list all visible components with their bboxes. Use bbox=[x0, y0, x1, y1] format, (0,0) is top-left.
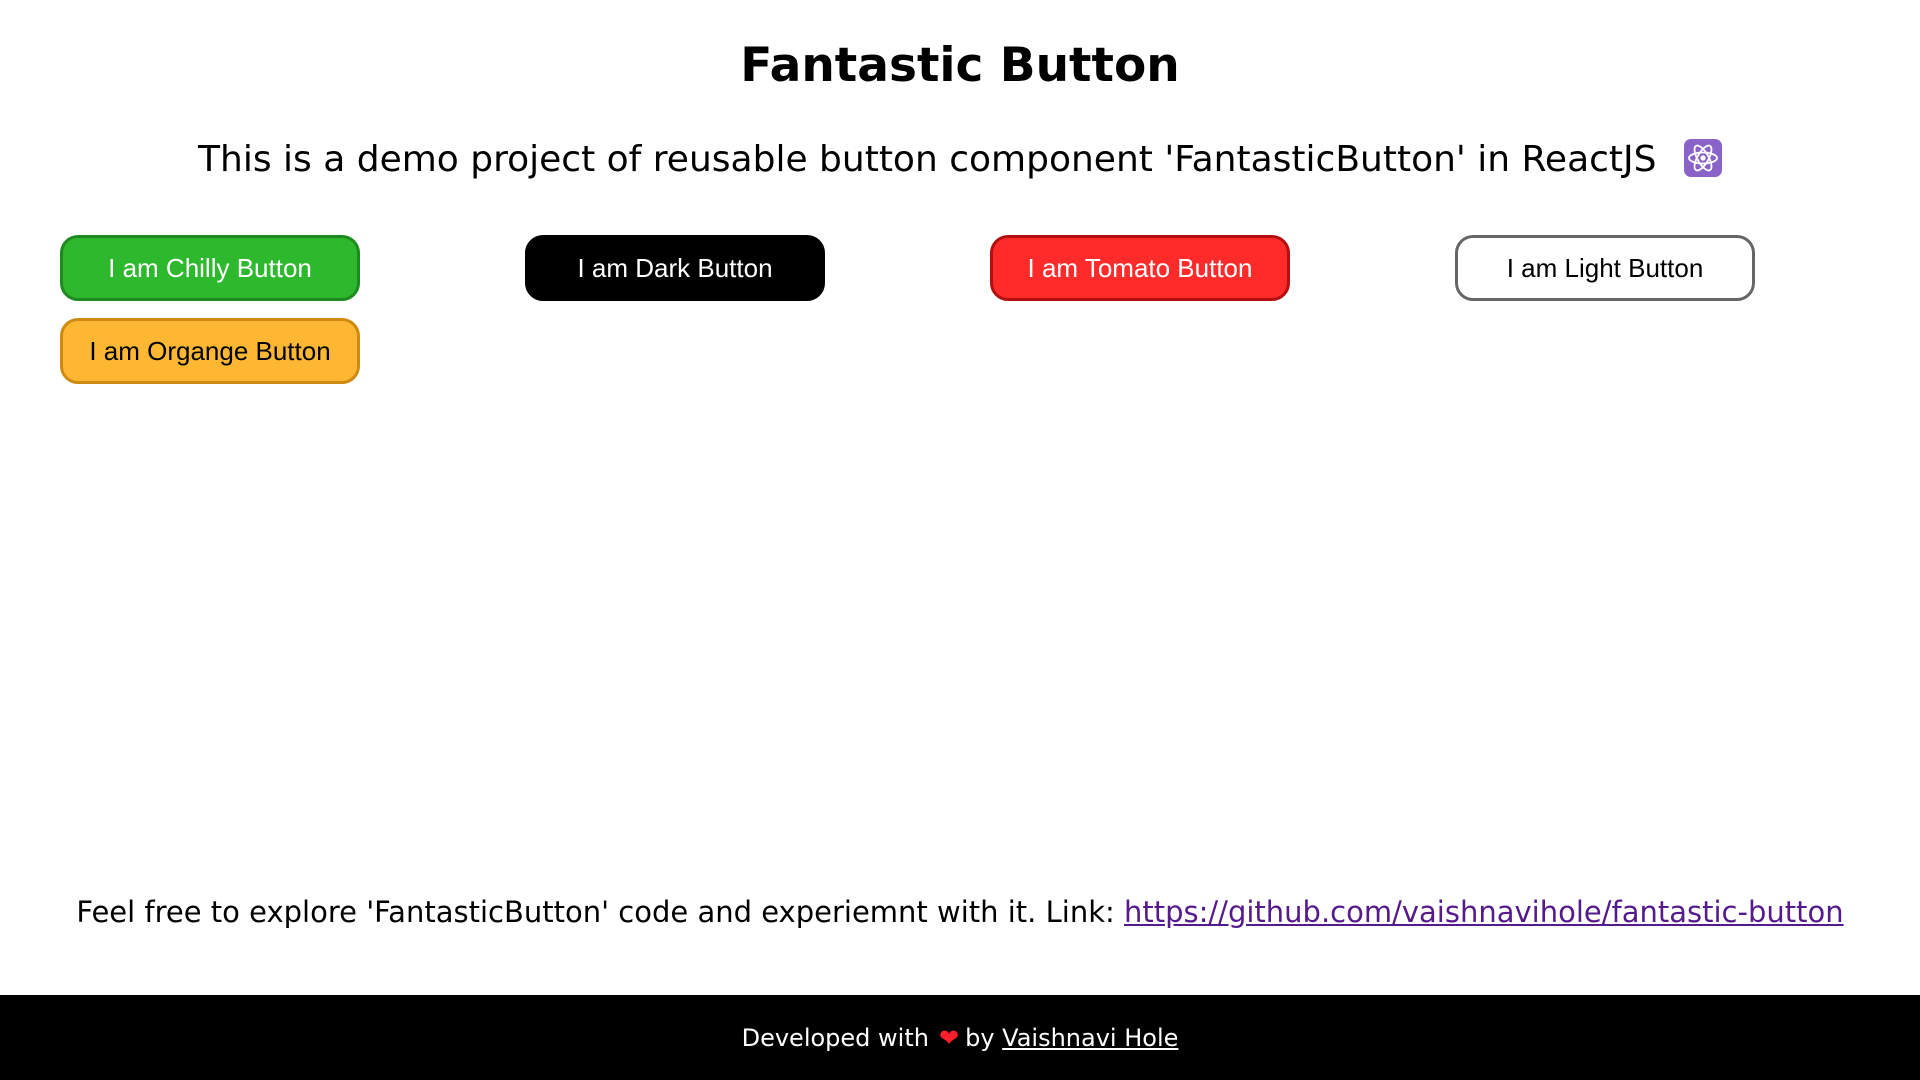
tomato-button[interactable]: I am Tomato Button bbox=[990, 235, 1290, 301]
button-grid: I am Chilly Button I am Dark Button I am… bbox=[60, 235, 1860, 384]
footer-prefix: Developed with bbox=[741, 1023, 929, 1052]
page-title: Fantastic Button bbox=[740, 38, 1180, 93]
page: Fantastic Button This is a demo project … bbox=[0, 0, 1920, 1080]
github-link[interactable]: https://github.com/vaishnavihole/fantast… bbox=[1124, 895, 1844, 929]
light-button[interactable]: I am Light Button bbox=[1455, 235, 1755, 301]
footer-by: by bbox=[965, 1023, 995, 1052]
explore-note: Feel free to explore 'FantasticButton' c… bbox=[0, 888, 1920, 936]
footer: Developed with ❤ by Vaishnavi Hole bbox=[0, 995, 1920, 1080]
page-subtitle: This is a demo project of reusable butto… bbox=[0, 136, 1920, 190]
heart-icon: ❤ bbox=[938, 1023, 960, 1052]
dark-button[interactable]: I am Dark Button bbox=[525, 235, 825, 301]
explore-note-text: Feel free to explore 'FantasticButton' c… bbox=[76, 895, 1115, 929]
subtitle-text: This is a demo project of reusable butto… bbox=[198, 139, 1657, 180]
chilly-button[interactable]: I am Chilly Button bbox=[60, 235, 360, 301]
author-link[interactable]: Vaishnavi Hole bbox=[1002, 1024, 1178, 1052]
orange-button[interactable]: I am Organge Button bbox=[60, 318, 360, 384]
react-icon bbox=[1683, 139, 1722, 190]
